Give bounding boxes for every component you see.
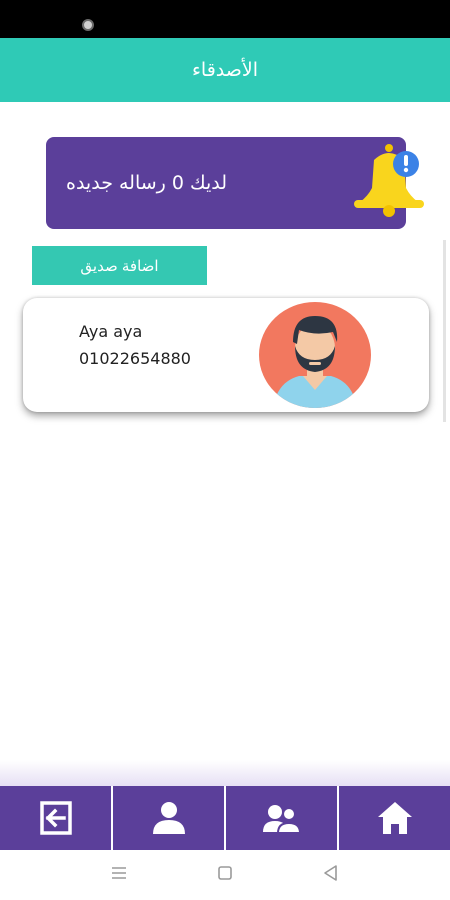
page-title: الأصدقاء [191, 59, 259, 81]
square-icon [218, 866, 232, 880]
nav-profile[interactable] [113, 786, 226, 850]
friend-phone: 01022654880 [79, 349, 191, 368]
home-icon [377, 802, 412, 834]
add-friend-button[interactable]: اضافة صديق [32, 246, 207, 285]
app-header: الأصدقاء [0, 38, 450, 102]
nav-home[interactable] [339, 786, 450, 850]
nav-friends[interactable] [226, 786, 339, 850]
system-menu-button[interactable] [109, 863, 129, 887]
bottom-nav-shadow [0, 760, 450, 788]
system-home-button[interactable] [215, 863, 235, 887]
male-avatar-icon [259, 302, 371, 408]
new-messages-text: لديك 0 رساله جديده [66, 172, 228, 194]
system-back-button[interactable] [321, 863, 341, 887]
scrollbar[interactable] [443, 240, 446, 422]
user-icon [152, 802, 185, 834]
nav-logout[interactable] [0, 786, 113, 850]
status-bar [0, 0, 450, 38]
friend-card[interactable]: Aya aya 01022654880 [23, 298, 429, 412]
back-triangle-icon [324, 865, 337, 881]
system-nav-bar [0, 850, 450, 900]
logout-icon [39, 801, 72, 835]
users-icon [262, 805, 301, 834]
bell-alert-icon [354, 144, 424, 217]
camera-cutout [82, 19, 94, 31]
menu-icon [112, 867, 126, 879]
friend-name: Aya aya [79, 322, 143, 341]
bottom-nav [0, 786, 450, 850]
